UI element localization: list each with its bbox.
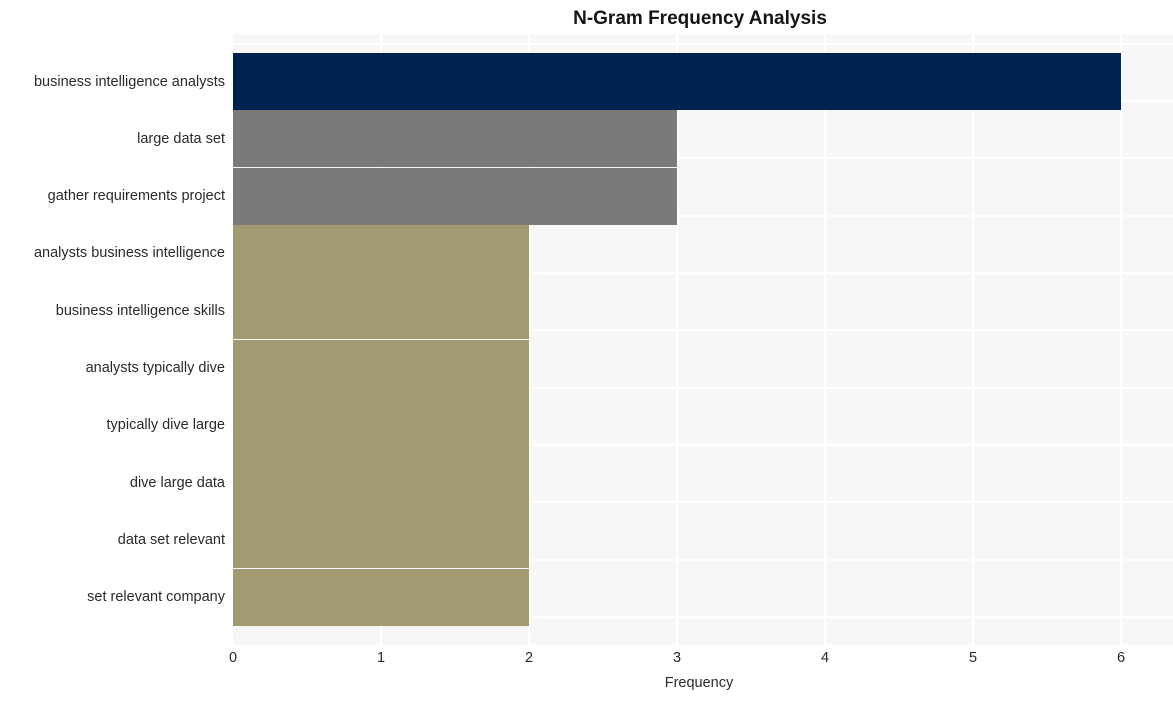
bar: [233, 568, 529, 626]
x-axis-tick-label: 6: [1116, 650, 1126, 666]
x-axis-tick-label: 5: [968, 650, 978, 666]
x-axis-tick-labels: 0 1 2 3 4 5 6: [0, 650, 1173, 672]
y-axis-tick-labels: business intelligence analysts large data…: [0, 34, 225, 645]
y-axis-tick-label: typically dive large: [106, 417, 225, 434]
bar: [233, 396, 529, 454]
x-axis-tick-label: 0: [228, 650, 238, 666]
y-axis-tick-label: large data set: [137, 130, 225, 147]
bar: [233, 282, 529, 340]
x-axis-title: Frequency: [664, 675, 734, 691]
bar: [233, 511, 529, 569]
x-axis-tick-label: 2: [524, 650, 534, 666]
y-axis-tick-label: analysts business intelligence: [33, 245, 225, 262]
bar: [233, 224, 529, 282]
bar: [233, 110, 677, 168]
y-axis-tick-label: analysts typically dive: [85, 360, 225, 376]
y-axis-tick-label: set relevant company: [87, 589, 225, 606]
bar: [233, 339, 529, 397]
gridline-vertical: [824, 34, 826, 645]
bar: [233, 454, 529, 512]
gridline-vertical: [1120, 34, 1122, 645]
x-axis-tick-label: 1: [376, 650, 386, 666]
y-axis-tick-label: data set relevant: [117, 531, 225, 548]
x-axis-tick-label: 4: [820, 650, 830, 666]
chart-title: N-Gram Frequency Analysis: [573, 8, 827, 29]
gridline-vertical: [972, 34, 974, 645]
bar: [233, 53, 1121, 110]
y-axis-tick-label: gather requirements project: [47, 188, 225, 205]
bar: [233, 167, 677, 225]
plot-area: [233, 34, 1173, 645]
y-axis-tick-label: business intelligence analysts: [33, 73, 225, 90]
y-axis-tick-label: dive large data: [129, 474, 225, 491]
chart-figure: N-Gram Frequency Analysis business intel…: [0, 0, 1173, 701]
gridline-horizontal: [233, 42, 1173, 45]
x-axis-tick-label: 3: [672, 650, 682, 666]
y-axis-tick-label: business intelligence skills: [55, 302, 225, 319]
